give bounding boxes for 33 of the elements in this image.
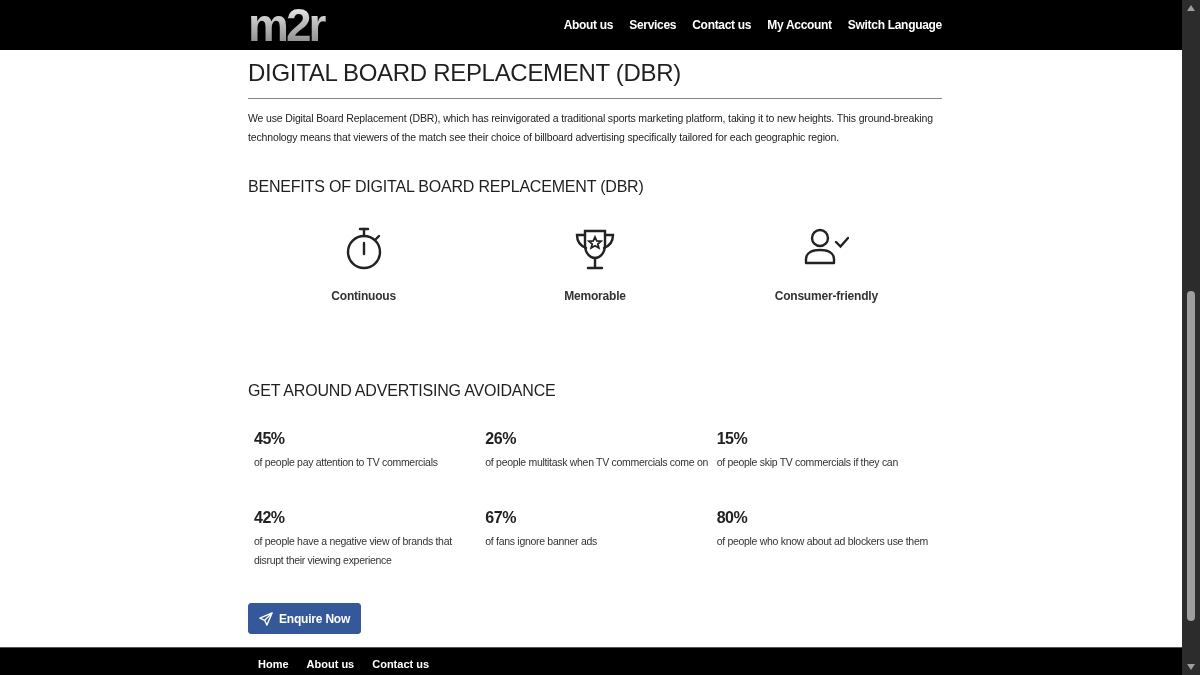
- stat-description: of people pay attention to TV commercials: [254, 455, 439, 470]
- enquire-button[interactable]: Enquire Now: [248, 603, 362, 634]
- stat-description: of people skip TV commercials if they can: [716, 455, 899, 470]
- footer-link[interactable]: About us: [306, 658, 355, 671]
- footer-link[interactable]: Contact us: [372, 658, 430, 671]
- stat-value: 26%: [485, 430, 517, 448]
- stat-value: 45%: [254, 430, 286, 448]
- nav-link[interactable]: My Account: [767, 16, 832, 34]
- nav-link[interactable]: Services: [629, 16, 677, 34]
- stat-description: of fans ignore banner ads: [485, 534, 598, 549]
- nav-link[interactable]: About us: [563, 16, 614, 34]
- stat-description: of people multitask when TV commercials come on: [485, 455, 709, 470]
- stat-value: 67%: [485, 509, 517, 527]
- page-title: DIGITAL BOARD REPLACEMENT (DBR): [248, 58, 682, 88]
- nav-link[interactable]: Contact us: [692, 16, 752, 34]
- nav-link[interactable]: Switch Language: [847, 16, 942, 34]
- benefit-label: Memorable: [564, 288, 626, 305]
- stat-value: 42%: [254, 509, 286, 527]
- benefit-label: Consumer-friendly: [774, 288, 878, 305]
- scrollbar[interactable]: [1182, 0, 1200, 675]
- intro-paragraph: We use Digital Board Replacement (DBR), which has reinvigorated a traditional sports marketing platform, taking it to new heights. This ground-breaking technology means that viewers of the match see their choice of billboard advertising specifically tailored for each geographic region.: [248, 111, 934, 145]
- footer-link[interactable]: Home: [258, 658, 289, 671]
- scroll-down-arrow-icon[interactable]: [1187, 664, 1195, 670]
- scroll-up-arrow-icon[interactable]: [1187, 5, 1195, 11]
- section-heading: GET AROUND ADVERTISING AVOIDANCE: [248, 381, 557, 401]
- stat-value: 80%: [716, 509, 749, 527]
- stat-description: of people who know about ad blockers use them: [716, 534, 929, 549]
- benefit-label: Continuous: [331, 288, 396, 305]
- scrollbar-thumb[interactable]: [1187, 291, 1195, 621]
- paper-plane-icon: [259, 611, 273, 626]
- stat-value: 15%: [716, 430, 749, 448]
- stat-description: of people have a negative view of brands that disrupt their viewing experience: [254, 534, 453, 568]
- section-heading: BENEFITS OF DIGITAL BOARD REPLACEMENT (DBR): [248, 177, 645, 197]
